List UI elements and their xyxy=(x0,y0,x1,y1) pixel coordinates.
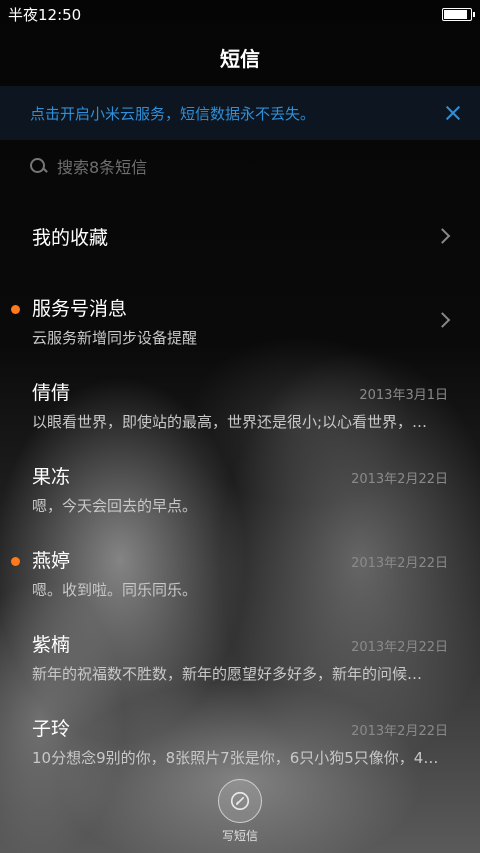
status-bar: 半夜12:50 xyxy=(0,0,480,28)
conversation-item[interactable]: 果冻 2013年2月22日 嗯，今天会回去的早点。 xyxy=(0,446,480,530)
list-item-preview: 以眼看世界，即使站的最高，世界还是很小;以心看世界，… xyxy=(32,413,428,431)
service-messages-item[interactable]: 服务号消息 云服务新增同步设备提醒 xyxy=(0,278,480,362)
list-item-title: 燕婷 xyxy=(32,550,71,572)
favorites-item[interactable]: 我的收藏 xyxy=(0,194,480,278)
list-item-preview: 嗯。收到啦。同乐同乐。 xyxy=(32,581,198,599)
list-item-date: 2013年2月22日 xyxy=(351,472,448,487)
list-item-title: 子玲 xyxy=(32,718,71,740)
unread-dot xyxy=(11,557,20,566)
search-icon xyxy=(30,157,47,175)
list-item-title: 服务号消息 xyxy=(32,298,128,320)
unread-dot xyxy=(11,305,20,314)
conversation-list: 我的收藏 服务号消息 云服务新增同步设备提醒 倩倩 2013年3月1日 以眼看世… xyxy=(0,194,480,782)
battery-icon xyxy=(442,7,475,21)
list-item-title: 果冻 xyxy=(32,466,71,488)
conversation-item[interactable]: 燕婷 2013年2月22日 嗯。收到啦。同乐同乐。 xyxy=(0,530,480,614)
list-item-date: 2013年2月22日 xyxy=(351,556,448,571)
page-title-text: 短信 xyxy=(220,46,260,71)
chevron-right-icon xyxy=(434,228,451,244)
list-item-preview: 嗯，今天会回去的早点。 xyxy=(32,497,198,515)
search-input[interactable]: 搜索8条短信 xyxy=(57,154,147,178)
list-item-preview: 云服务新增同步设备提醒 xyxy=(32,329,198,347)
compose-label: 写短信 xyxy=(221,829,258,843)
compose-button[interactable] xyxy=(218,779,262,823)
list-item-date: 2013年3月1日 xyxy=(359,388,448,403)
pen-icon xyxy=(230,791,250,811)
banner-text[interactable]: 点击开启小米云服务，短信数据永不丢失。 xyxy=(30,103,442,124)
list-item-preview: 新年的祝福数不胜数，新年的愿望好多好多，新年的问候… xyxy=(32,665,423,683)
list-item-title: 倩倩 xyxy=(32,382,71,404)
list-item-preview: 10分想念9别的你，8张照片7张是你，6只小狗5只像你，4… xyxy=(32,749,439,767)
conversation-item[interactable]: 倩倩 2013年3月1日 以眼看世界，即使站的最高，世界还是很小;以心看世界，… xyxy=(0,362,480,446)
close-icon[interactable] xyxy=(442,102,464,124)
page-title: 短信 xyxy=(0,28,480,86)
list-item-date: 2013年2月22日 xyxy=(351,640,448,655)
cloud-service-banner[interactable]: 点击开启小米云服务，短信数据永不丢失。 xyxy=(0,86,480,140)
conversation-item[interactable]: 紫楠 2013年2月22日 新年的祝福数不胜数，新年的愿望好多好多，新年的问候… xyxy=(0,614,480,698)
list-item-title: 我的收藏 xyxy=(32,226,109,249)
list-item-date: 2013年2月22日 xyxy=(351,724,448,739)
search-bar[interactable]: 搜索8条短信 xyxy=(30,148,450,184)
list-item-title: 紫楠 xyxy=(32,634,71,656)
battery-fill xyxy=(444,9,468,19)
status-time: 半夜12:50 xyxy=(8,5,82,24)
compose-area: 写短信 xyxy=(0,779,480,845)
conversation-item[interactable]: 子玲 2013年2月22日 10分想念9别的你，8张照片7张是你，6只小狗5只像… xyxy=(0,698,480,782)
